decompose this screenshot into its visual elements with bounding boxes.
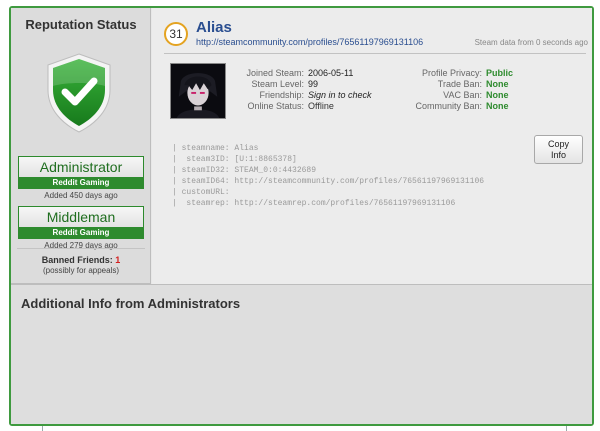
steam-level-badge: 31 <box>164 22 188 46</box>
additional-info-section: Additional Info from Administrators <box>11 284 592 424</box>
code-line: | steamname: Alias <box>172 144 259 153</box>
copy-info-button[interactable]: Copy Info <box>534 135 583 164</box>
page-edge <box>596 0 600 431</box>
stat-community-ban: Community Ban: None <box>387 101 513 112</box>
code-line: | steamID64: http://steamcommunity.com/p… <box>172 177 485 186</box>
stat-joined: Joined Steam: 2006-05-11 <box>240 68 372 79</box>
reputation-panel: Reputation Status Administrator Reddit G… <box>9 6 594 426</box>
stat-friendship: Friendship: Sign in to check <box>240 90 372 101</box>
stat-level: Steam Level: 99 <box>240 79 372 90</box>
stat-vac-ban: VAC Ban: None <box>387 90 513 101</box>
copy-button-line1: Copy <box>547 139 569 149</box>
stat-key: VAC Ban: <box>443 90 482 100</box>
sidebar-title: Reputation Status <box>25 17 137 32</box>
code-line: | steamID32: STEAM_0:0:4432689 <box>172 166 317 175</box>
banned-friends-label: Banned Friends: <box>41 255 113 265</box>
profile-details: 31 Alias http://steamcommunity.com/profi… <box>152 8 592 284</box>
stat-online-status: Online Status: Offline <box>240 101 372 112</box>
stat-key: Trade Ban: <box>437 79 482 89</box>
stat-value: 99 <box>308 79 319 89</box>
sidebar-divider <box>17 248 145 249</box>
rank-added: Added 450 days ago <box>44 191 118 200</box>
stat-value: Public <box>486 68 514 78</box>
profile-stats-right: Profile Privacy: Public Trade Ban: None VA… <box>387 68 513 112</box>
avatar <box>170 63 226 119</box>
stat-privacy: Profile Privacy: Public <box>387 68 513 79</box>
profile-url-link[interactable]: http://steamcommunity.com/profiles/76561… <box>196 37 423 47</box>
steam-id-info[interactable]: | steamname: Alias | steam3ID: [U:1:88653… <box>172 143 484 209</box>
stat-key: Community Ban: <box>415 101 482 111</box>
shield-check-icon <box>47 53 111 133</box>
bottom-edge <box>0 426 600 431</box>
stat-value: Sign in to check <box>308 90 372 100</box>
stat-key: Friendship: <box>259 90 304 100</box>
code-line: | customURL: <box>172 188 230 197</box>
stat-value: None <box>486 90 509 100</box>
stat-key: Profile Privacy: <box>421 68 482 78</box>
code-line: | steamrep: http://steamrep.com/profiles… <box>172 199 456 208</box>
header-divider <box>164 53 586 54</box>
rank-group: Reddit Gaming <box>18 177 144 189</box>
stat-trade-ban: Trade Ban: None <box>387 79 513 90</box>
reputation-sidebar: Reputation Status Administrator Reddit G… <box>11 8 151 284</box>
profile-stats-left: Joined Steam: 2006-05-11 Steam Level: 99 F… <box>240 68 372 112</box>
stat-value: None <box>486 101 509 111</box>
rank-name: Middleman <box>18 206 144 227</box>
banned-friends-note: (possibly for appeals) <box>42 266 120 275</box>
edge-tick <box>42 426 43 431</box>
data-freshness: Steam data from 0 seconds ago <box>474 38 588 47</box>
additional-info-title: Additional Info from Administrators <box>21 296 241 311</box>
stat-value: 2006-05-11 <box>308 68 354 78</box>
copy-button-line2: Info <box>550 150 566 160</box>
stat-value: Offline <box>308 101 334 111</box>
rank-group: Reddit Gaming <box>18 227 144 239</box>
rank-badge-middleman: Middleman Reddit Gaming Added 279 days a… <box>18 206 144 250</box>
rank-name: Administrator <box>18 156 144 177</box>
stat-key: Joined Steam: <box>246 68 304 78</box>
rank-badge-administrator: Administrator Reddit Gaming Added 450 da… <box>18 156 144 200</box>
code-line: | steam3ID: [U:1:8865378] <box>172 155 297 164</box>
stat-key: Steam Level: <box>251 79 304 89</box>
stat-value: None <box>486 79 509 89</box>
banned-friends[interactable]: Banned Friends: 1 <box>11 255 151 265</box>
banned-friends-count: 1 <box>115 255 121 265</box>
stat-key: Online Status: <box>247 101 304 111</box>
edge-tick <box>566 426 567 431</box>
persona-name: Alias <box>196 19 232 36</box>
